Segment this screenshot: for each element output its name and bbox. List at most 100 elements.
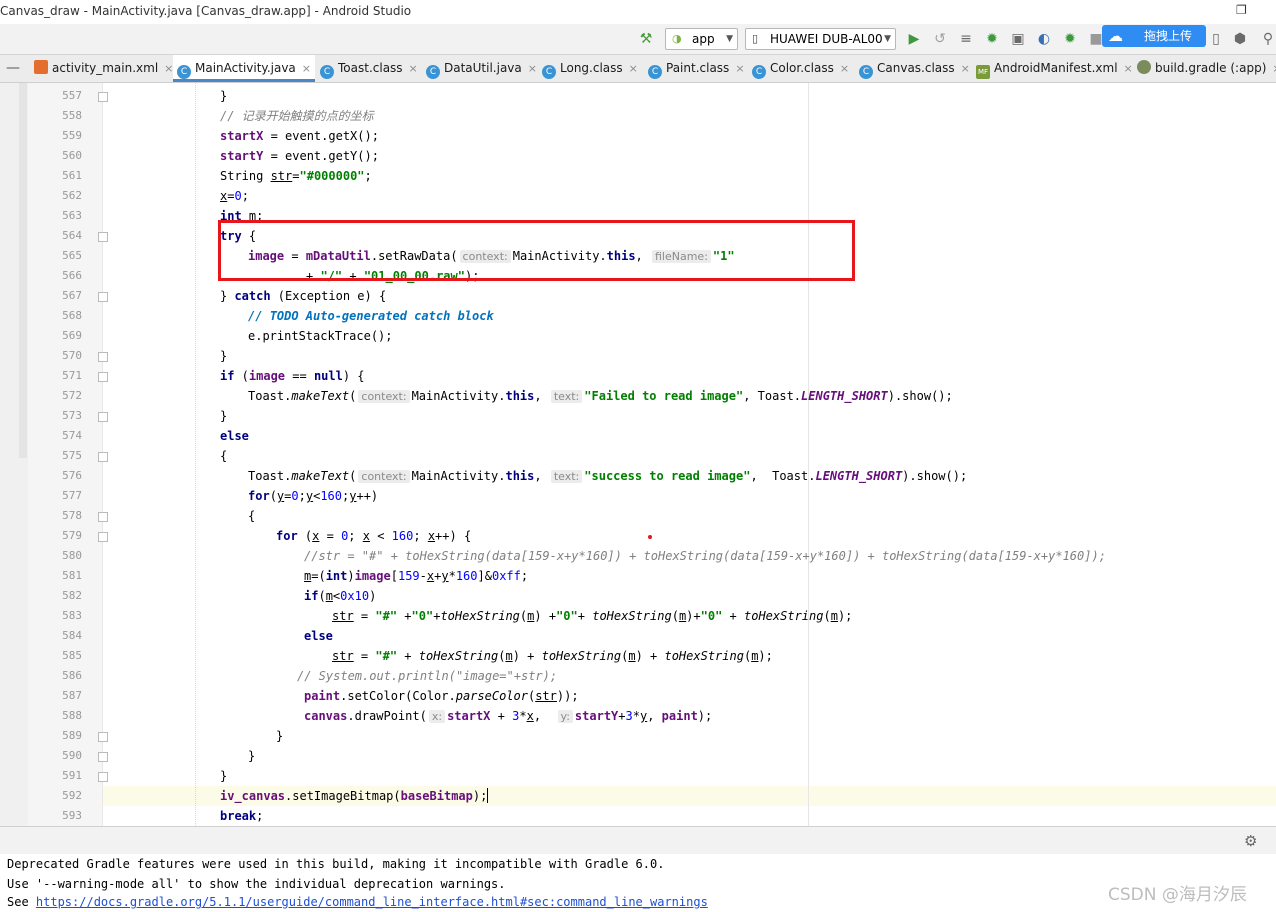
line-number: 584 xyxy=(62,629,82,642)
debug-icon[interactable]: ✹ xyxy=(982,29,1002,49)
device-select[interactable]: ▯ HUAWEI DUB-AL00 ▼ xyxy=(745,28,896,50)
code-line: for (x = 0; x < 160; x++) { xyxy=(276,529,472,543)
param-hint: context: xyxy=(358,390,410,403)
tab-label: build.gradle (:app) xyxy=(1155,61,1267,75)
tab-color-class[interactable]: C Color.class × xyxy=(752,55,849,82)
manifest-icon: MF xyxy=(976,65,990,79)
tab-toast-class[interactable]: C Toast.class × xyxy=(320,55,418,82)
line-number: 563 xyxy=(62,209,82,222)
run-icon[interactable]: ▶ xyxy=(904,29,924,49)
tab-activity-main-xml[interactable]: activity_main.xml × xyxy=(34,55,173,82)
gear-icon[interactable]: ⚙ xyxy=(1244,832,1257,850)
line-number: 582 xyxy=(62,589,82,602)
code-line: m=(int)image[159-x+y*160]&0xff; xyxy=(304,569,529,583)
close-icon[interactable]: × xyxy=(1124,62,1133,75)
close-icon[interactable]: × xyxy=(1272,62,1276,75)
line-number: 574 xyxy=(62,429,82,442)
tab-canvas-class[interactable]: C Canvas.class × xyxy=(859,55,970,82)
line-number: 591 xyxy=(62,769,82,782)
code-line: if(m<0x10) xyxy=(304,589,377,603)
line-number: 590 xyxy=(62,749,82,762)
code-line: break; xyxy=(220,809,264,823)
class-icon: C xyxy=(859,65,873,79)
param-hint: context: xyxy=(358,470,410,483)
line-number: 560 xyxy=(62,149,82,162)
tab-mainactivity-java[interactable]: C MainActivity.java × xyxy=(173,55,315,82)
code-line: Toast.makeText(context: MainActivity.this… xyxy=(248,389,953,403)
line-number: 573 xyxy=(62,409,82,422)
tool-window-strip xyxy=(0,83,29,826)
highlight-box xyxy=(218,220,855,281)
close-icon[interactable]: × xyxy=(629,62,638,75)
scroll-strip xyxy=(19,83,27,458)
close-icon[interactable]: × xyxy=(961,62,970,75)
code-line: Toast.makeText(context: MainActivity.this… xyxy=(248,469,968,483)
line-number: 567 xyxy=(62,289,82,302)
tab-label: DataUtil.java xyxy=(444,61,522,75)
device-manager-icon[interactable]: ▯ xyxy=(1206,29,1226,49)
line-number: 570 xyxy=(62,349,82,362)
code-line: } xyxy=(220,89,228,103)
code-line: else xyxy=(220,429,249,443)
tab-datautil-java[interactable]: C DataUtil.java × xyxy=(426,55,537,82)
code-line: e.printStackTrace(); xyxy=(248,329,393,343)
tab-label: AndroidManifest.xml xyxy=(994,61,1118,75)
line-number: 576 xyxy=(62,469,82,482)
close-icon[interactable]: × xyxy=(409,62,418,75)
line-number: 583 xyxy=(62,609,82,622)
code-line: } xyxy=(276,729,284,743)
tab-label: Toast.class xyxy=(338,61,403,75)
close-icon[interactable]: × xyxy=(735,62,744,75)
code-line: } catch (Exception e) { xyxy=(220,289,387,303)
line-number: 564 xyxy=(62,229,82,242)
tab-androidmanifest-xml[interactable]: MF AndroidManifest.xml × xyxy=(976,55,1133,82)
gradle-docs-link[interactable]: https://docs.gradle.org/5.1.1/userguide/… xyxy=(36,895,708,909)
tab-long-class[interactable]: C Long.class × xyxy=(542,55,638,82)
tab-label: MainActivity.java xyxy=(195,61,296,75)
hammer-icon[interactable]: ⚒ xyxy=(636,29,656,49)
close-icon[interactable]: × xyxy=(840,62,849,75)
title-bar: Canvas_draw - MainActivity.java [Canvas_… xyxy=(0,0,1276,24)
sdk-manager-icon[interactable]: ⬢ xyxy=(1230,29,1250,49)
chevron-down-icon: ▼ xyxy=(884,34,891,44)
console-line: Use '--warning-mode all' to show the ind… xyxy=(7,877,506,891)
close-icon[interactable]: × xyxy=(302,62,311,75)
line-number: 588 xyxy=(62,709,82,722)
attach-icon[interactable]: ▣ xyxy=(1008,29,1028,49)
param-hint: y: xyxy=(557,710,573,723)
tab-paint-class[interactable]: C Paint.class × xyxy=(648,55,745,82)
code-line: str = "#" +"0"+toHexString(m) +"0"+ toHe… xyxy=(332,609,853,623)
line-number: 568 xyxy=(62,309,82,322)
code-editor[interactable]: } // 记录开始触摸的点的坐标 startX = event.getX(); … xyxy=(103,83,1276,826)
module-select[interactable]: ◑ app ▼ xyxy=(665,28,738,50)
run-panel-header: ⚙ xyxy=(0,826,1276,855)
line-number: 562 xyxy=(62,189,82,202)
close-icon[interactable]: × xyxy=(164,62,173,75)
code-line: // TODO Auto-generated catch block xyxy=(248,309,494,323)
class-icon: C xyxy=(320,65,334,79)
apply-changes-icon[interactable]: ↺ xyxy=(930,29,950,49)
module-select-value: app xyxy=(692,32,715,46)
code-line: // System.out.println("image="+str); xyxy=(297,669,558,683)
upload-button[interactable]: ☁ 拖拽上传 xyxy=(1102,25,1206,47)
tab-build-gradle[interactable]: build.gradle (:app) × xyxy=(1137,55,1276,82)
restore-window-icon[interactable]: ❐ xyxy=(1236,3,1250,17)
line-number: 593 xyxy=(62,809,82,822)
watermark: CSDN @海月汐辰 xyxy=(1108,885,1247,905)
close-icon[interactable]: × xyxy=(528,62,537,75)
class-icon: C xyxy=(648,65,662,79)
tab-label: Canvas.class xyxy=(877,61,955,75)
code-line: } xyxy=(220,409,228,423)
console-line: Deprecated Gradle features were used in … xyxy=(7,857,665,871)
red-dot-marker xyxy=(648,535,652,539)
phone-icon: ▯ xyxy=(752,32,759,45)
sync-icon[interactable]: ≡ xyxy=(956,29,976,49)
coverage-icon[interactable]: ✹ xyxy=(1060,29,1080,49)
minimize-tabs-icon[interactable]: — xyxy=(6,55,24,82)
line-number-gutter: 557 558 559 560 561 562 563 564 565 566 … xyxy=(28,83,103,826)
profile-icon[interactable]: ◐ xyxy=(1034,29,1054,49)
search-icon[interactable]: ⚲ xyxy=(1258,29,1276,49)
code-line: // 记录开始触摸的点的坐标 xyxy=(220,109,374,123)
code-line: iv_canvas.setImageBitmap(baseBitmap); xyxy=(220,788,489,803)
line-number: 571 xyxy=(62,369,82,382)
